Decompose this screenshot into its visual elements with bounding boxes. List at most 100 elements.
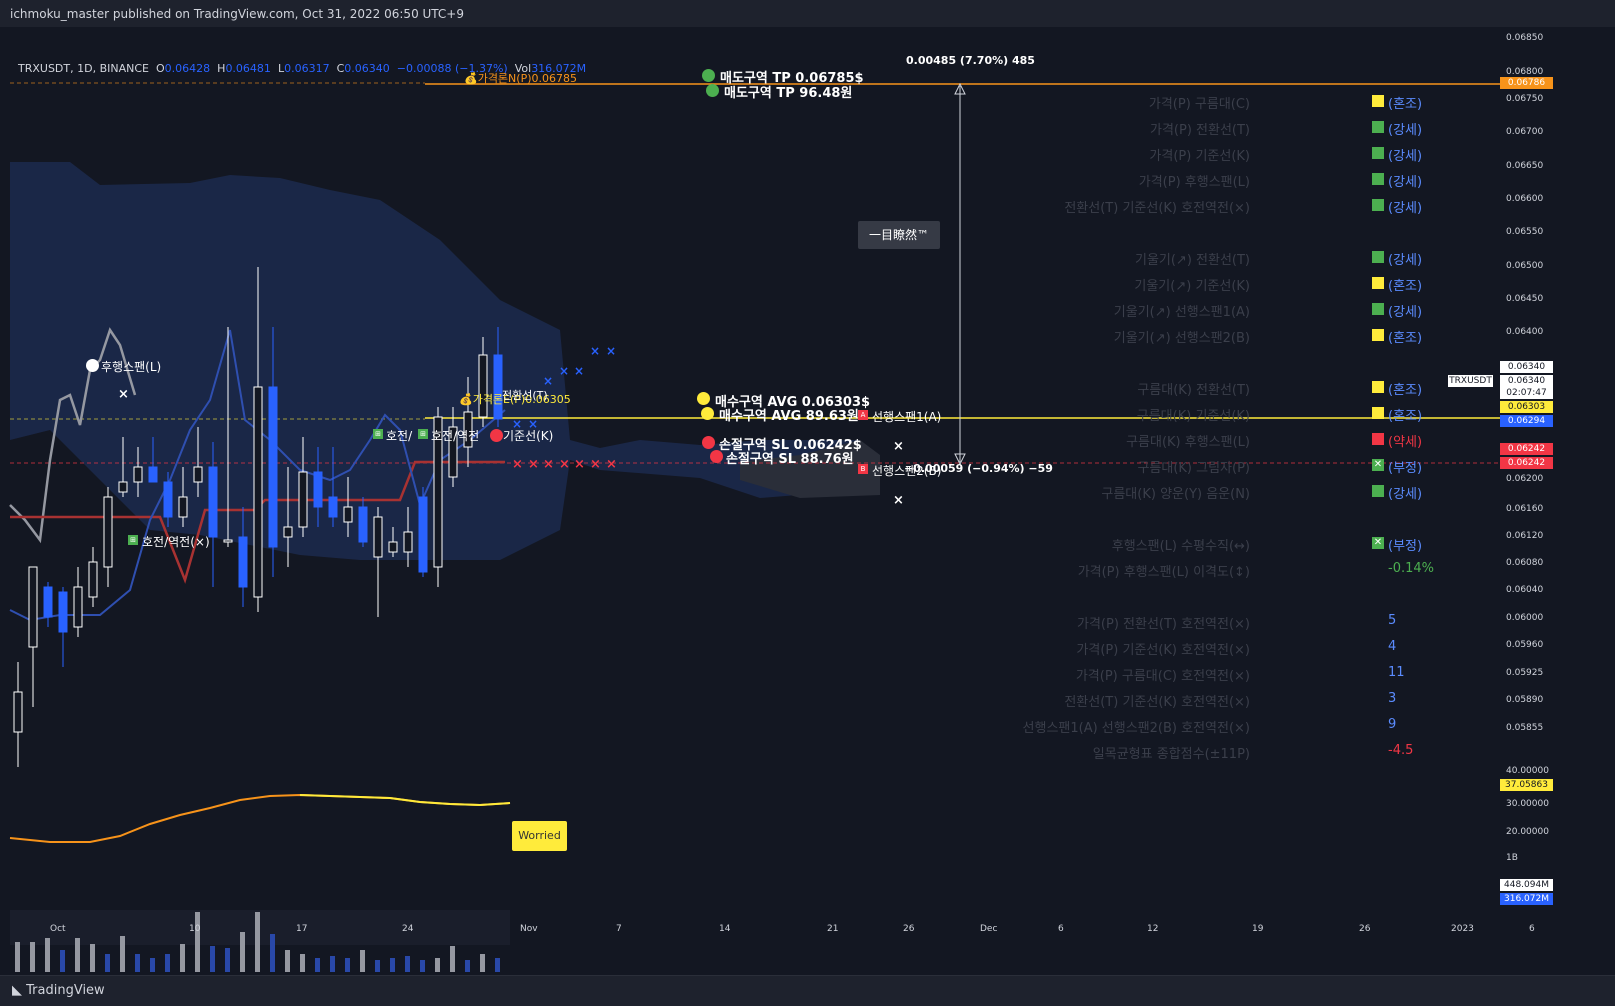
price-tick: 0.05855 <box>1506 723 1544 733</box>
panel-row: 가격(P) 전환선(T) (강세) <box>1090 116 1423 138</box>
tenkan-price-tag: 0.06294 <box>1500 415 1553 427</box>
panel-row: 가격(P) 구름대(C) 호전역전(×) 11 <box>1076 662 1420 684</box>
volume-bar <box>495 958 500 972</box>
panel-row-label: 후행스팬(L) 수평수직(↔) <box>1111 539 1250 554</box>
status-color-box <box>1372 95 1384 107</box>
candle-body <box>403 531 413 553</box>
volume-bar <box>450 946 455 972</box>
panel-row-status: (강세) <box>1388 253 1423 268</box>
price-tick: 0.06040 <box>1506 585 1544 595</box>
volume-bar <box>465 960 470 972</box>
panel-row-value: 5 <box>1388 613 1397 628</box>
volume-bar <box>480 954 485 972</box>
panel-row-status: (혼조) <box>1388 409 1423 424</box>
svg-text:×: × <box>606 344 616 358</box>
osc-tag: 37.05863 <box>1500 779 1553 791</box>
panel-row: 구름대(K) 양운(Y) 음운(N) (강세) <box>1090 480 1422 502</box>
candle-body <box>478 354 488 418</box>
time-tick: 12 <box>1147 924 1159 934</box>
panel-row-value: -4.5 <box>1388 743 1414 758</box>
sell-tp-krw: 매도구역 TP 96.48원 <box>724 86 853 101</box>
candle-body <box>13 691 23 733</box>
status-color-box: ✕ <box>1372 537 1384 549</box>
volume-bar <box>75 938 80 972</box>
candle-body <box>238 536 248 588</box>
volume-bar <box>255 912 260 972</box>
time-tick: Nov <box>520 924 538 934</box>
price-tick: 0.06800 <box>1506 67 1544 77</box>
chart-area[interactable]: × × × × × × × × × × × × × × × × × TRXUSDT, 1D, BINANC… <box>0 27 1615 975</box>
measure-down-label: −0.00059 (−0.94%) −59 <box>904 462 1053 475</box>
turn-label-2: 호전/ <box>386 429 413 443</box>
price-tick: 0.06650 <box>1506 161 1544 171</box>
time-tick: 14 <box>719 924 731 934</box>
price-tick: 0.06750 <box>1506 94 1544 104</box>
time-tick: Dec <box>980 924 998 934</box>
vol-ma-tag: 448.094M <box>1500 879 1553 891</box>
price-tick: 20.00000 <box>1506 827 1549 837</box>
price-tick: 0.05890 <box>1506 695 1544 705</box>
panel-row-label: 가격(P) 기준선(K) 호전역전(×) <box>1076 643 1250 658</box>
candle-body <box>493 354 503 420</box>
svg-text:×: × <box>543 374 553 388</box>
volume-bar <box>390 958 395 972</box>
time-tick: 26 <box>1359 924 1371 934</box>
price-tick: 0.06160 <box>1506 504 1544 514</box>
price-tick: 40.00000 <box>1506 766 1549 776</box>
panel-row-label: 가격(P) 구름대(C) <box>1148 97 1250 112</box>
svg-text:×: × <box>512 457 523 472</box>
panel-row-label: 가격(P) 후행스팬(L) <box>1138 175 1250 190</box>
panel-row-value: -0.14% <box>1388 561 1434 576</box>
status-color-box <box>1372 147 1384 159</box>
panel-row-label: 가격(P) 후행스팬(L) 이격도(↕) <box>1077 565 1250 580</box>
volume-bar <box>135 954 140 972</box>
tp-price-tag: 0.06786 <box>1500 77 1553 89</box>
last-price-tag: 0.06340 <box>1500 375 1553 387</box>
candle-body <box>283 526 293 538</box>
kijun-label: 기준선(K) <box>503 429 554 443</box>
panel-row-label: 가격(P) 구름대(C) 호전역전(×) <box>1075 669 1250 684</box>
volume-bar <box>120 936 125 972</box>
turn-icon-2: ⊞ <box>418 429 428 439</box>
price-tick: 0.05960 <box>1506 640 1544 650</box>
volume-bar <box>90 944 95 972</box>
volume-bar <box>150 958 155 972</box>
panel-row: 가격(P) 기준선(K) (강세) <box>1090 142 1422 164</box>
status-color-box <box>1372 277 1384 289</box>
candle-body <box>148 466 158 483</box>
price-tick: 0.06850 <box>1506 33 1544 43</box>
candle-body <box>328 496 338 518</box>
top-bar: ichmoku_master published on TradingView.… <box>0 0 1615 28</box>
panel-row-status: (강세) <box>1388 123 1423 138</box>
panel-row: 구름대(K) 전환선(T) (혼조) <box>1090 376 1422 398</box>
status-color-box <box>1372 303 1384 315</box>
panel-row-label: 가격(P) 기준선(K) <box>1149 149 1250 164</box>
panel-row-status: (약세) <box>1388 435 1423 450</box>
sl-dot-1 <box>702 436 715 449</box>
volume-bar <box>285 950 290 972</box>
price-tick: 0.06000 <box>1506 613 1544 623</box>
candle-body <box>253 386 263 598</box>
volume-bar <box>15 942 20 972</box>
panel-row-label: 구름대(K) 전환선(T) <box>1137 383 1250 398</box>
lagging-dot <box>86 359 99 372</box>
candle-body <box>193 466 203 483</box>
panel-row-label: 선행스팬1(A) 선행스팬2(B) 호전역전(×) <box>1022 721 1250 736</box>
status-color-box <box>1372 485 1384 497</box>
status-color-box <box>1372 433 1384 445</box>
panel-row-status: (강세) <box>1388 305 1423 320</box>
panel-row: 가격(P) 구름대(C) (혼조) <box>1090 90 1422 112</box>
candle-body <box>88 561 98 598</box>
panel-row-label: 구름대(K) 그림자(P) <box>1137 461 1250 476</box>
svg-text:×: × <box>590 344 600 358</box>
panel-row-value: 9 <box>1388 717 1397 732</box>
volume-bar <box>345 958 350 972</box>
logo-text: TradingView <box>26 983 105 998</box>
legend-symbol[interactable]: TRXUSDT, 1D, BINANCE <box>18 62 149 75</box>
buy-avg-dot-1 <box>697 392 710 405</box>
lagging-label: 후행스팬(L) <box>101 360 162 374</box>
time-tick: 24 <box>402 924 414 934</box>
panel-row: 가격(P) 후행스팬(L) 이격도(↕) -0.14% <box>1078 558 1434 580</box>
panel-row-status: (부정) <box>1388 539 1423 554</box>
candle-body <box>268 386 278 548</box>
